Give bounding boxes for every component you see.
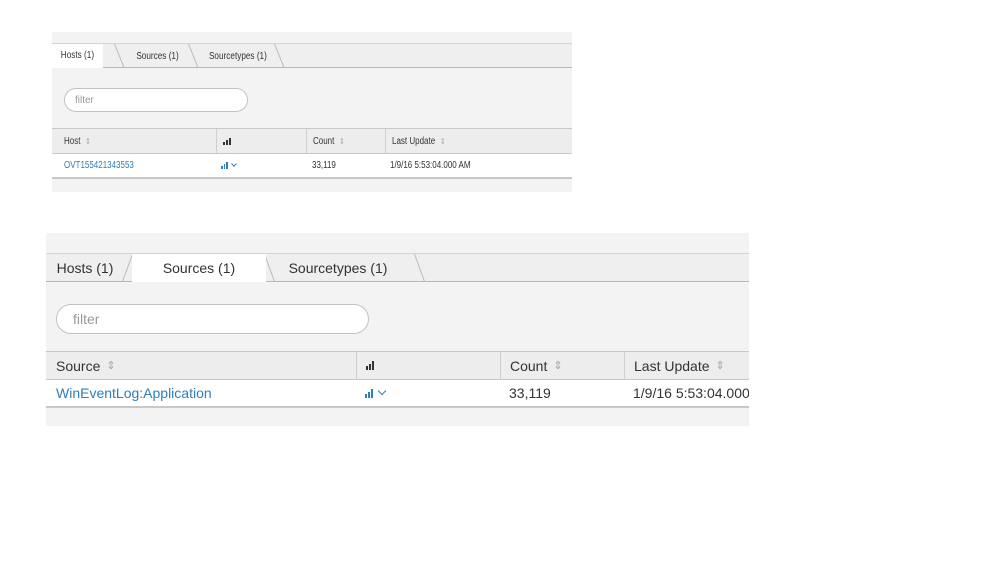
count-cell: 33,119 <box>509 380 619 406</box>
column-header-count[interactable]: Count ⇕ <box>306 129 386 153</box>
count-value: 33,119 <box>509 385 551 401</box>
column-last-update-label: Last Update <box>392 135 436 147</box>
tab-sources-label: Sources (1) <box>162 259 236 276</box>
count-cell: 33,119 <box>312 154 382 177</box>
sort-arrows-icon: ⇕ <box>339 136 345 146</box>
host-link[interactable]: OVT155421343553 <box>64 160 134 171</box>
column-header-last-update[interactable]: Last Update ⇕ <box>624 352 749 379</box>
bar-chart-icon <box>221 162 228 169</box>
tab-sourcetypes-label: Sourcetypes (1) <box>208 50 267 62</box>
column-header-host[interactable]: Host ⇕ <box>64 129 214 153</box>
sparkline-cell[interactable] <box>221 154 281 177</box>
filter-input[interactable] <box>64 88 248 112</box>
hosts-panel: Hosts (1) Sources (1) Sourcetypes (1) Ho… <box>52 32 572 192</box>
sources-panel: Hosts (1) Sources (1) Sourcetypes (1) So… <box>46 233 749 426</box>
tab-sources-label: Sources (1) <box>136 50 179 62</box>
tab-sources[interactable]: Sources (1) <box>132 254 266 282</box>
table-row: WinEventLog:Application 33,119 1/9/16 5:… <box>46 380 749 408</box>
tab-sourcetypes[interactable]: Sourcetypes (1) <box>201 44 275 68</box>
last-update-value: 1/9/16 5:53:04.000 AM <box>390 160 471 171</box>
column-header-count[interactable]: Count ⇕ <box>500 352 624 379</box>
column-header-source[interactable]: Source ⇕ <box>56 352 356 379</box>
last-update-cell: 1/9/16 5:53:04.000 AM <box>390 154 570 177</box>
column-source-label: Source <box>56 357 101 374</box>
tab-divider <box>188 44 199 67</box>
column-header-sparkline[interactable] <box>356 352 501 379</box>
column-count-label: Count <box>510 357 548 374</box>
tab-hosts[interactable]: Hosts (1) <box>46 254 124 282</box>
chevron-down-icon[interactable] <box>377 386 387 396</box>
sort-arrows-icon: ⇕ <box>106 360 116 372</box>
tab-bar: Hosts (1) Sources (1) Sourcetypes (1) <box>46 253 749 282</box>
column-count-label: Count <box>313 135 335 147</box>
count-value: 33,119 <box>312 160 336 171</box>
bar-chart-icon <box>223 137 231 145</box>
tab-sourcetypes[interactable]: Sourcetypes (1) <box>282 254 394 282</box>
sort-arrows-icon: ⇕ <box>715 360 725 372</box>
bar-chart-icon <box>365 388 373 398</box>
column-last-update-label: Last Update <box>634 357 710 374</box>
last-update-cell: 1/9/16 5:53:04.000 <box>633 380 749 406</box>
sparkline-cell[interactable] <box>365 380 445 406</box>
column-header-sparkline[interactable] <box>216 129 308 153</box>
last-update-value: 1/9/16 5:53:04.000 <box>633 385 749 401</box>
host-cell[interactable]: OVT155421343553 <box>64 154 214 177</box>
tab-bar: Hosts (1) Sources (1) Sourcetypes (1) <box>52 43 572 68</box>
chevron-down-icon[interactable] <box>230 161 237 167</box>
table-header: Source ⇕ Count ⇕ Last Update ⇕ <box>46 351 749 381</box>
table-row: OVT155421343553 33,119 1/9/16 5:53:04.00… <box>52 154 572 179</box>
tab-hosts-label: Hosts (1) <box>60 50 95 61</box>
table-header: Host ⇕ Count ⇕ Last Update ⇕ <box>52 128 572 155</box>
source-cell[interactable]: WinEventLog:Application <box>56 380 356 406</box>
tab-divider <box>414 254 425 281</box>
bar-chart-icon <box>366 361 374 370</box>
filter-input[interactable] <box>56 304 369 334</box>
sort-arrows-icon: ⇕ <box>553 360 563 372</box>
column-host-label: Host <box>64 135 81 147</box>
tab-divider <box>114 44 125 67</box>
sort-arrows-icon: ⇕ <box>85 136 91 146</box>
sort-arrows-icon: ⇕ <box>439 136 446 146</box>
source-link[interactable]: WinEventLog:Application <box>56 385 212 401</box>
tab-divider <box>274 44 285 67</box>
tab-sources[interactable]: Sources (1) <box>128 44 187 68</box>
tab-hosts-label: Hosts (1) <box>56 260 114 276</box>
tab-sourcetypes-label: Sourcetypes (1) <box>288 260 388 276</box>
tab-hosts[interactable]: Hosts (1) <box>52 44 103 68</box>
column-header-last-update[interactable]: Last Update ⇕ <box>385 129 572 153</box>
